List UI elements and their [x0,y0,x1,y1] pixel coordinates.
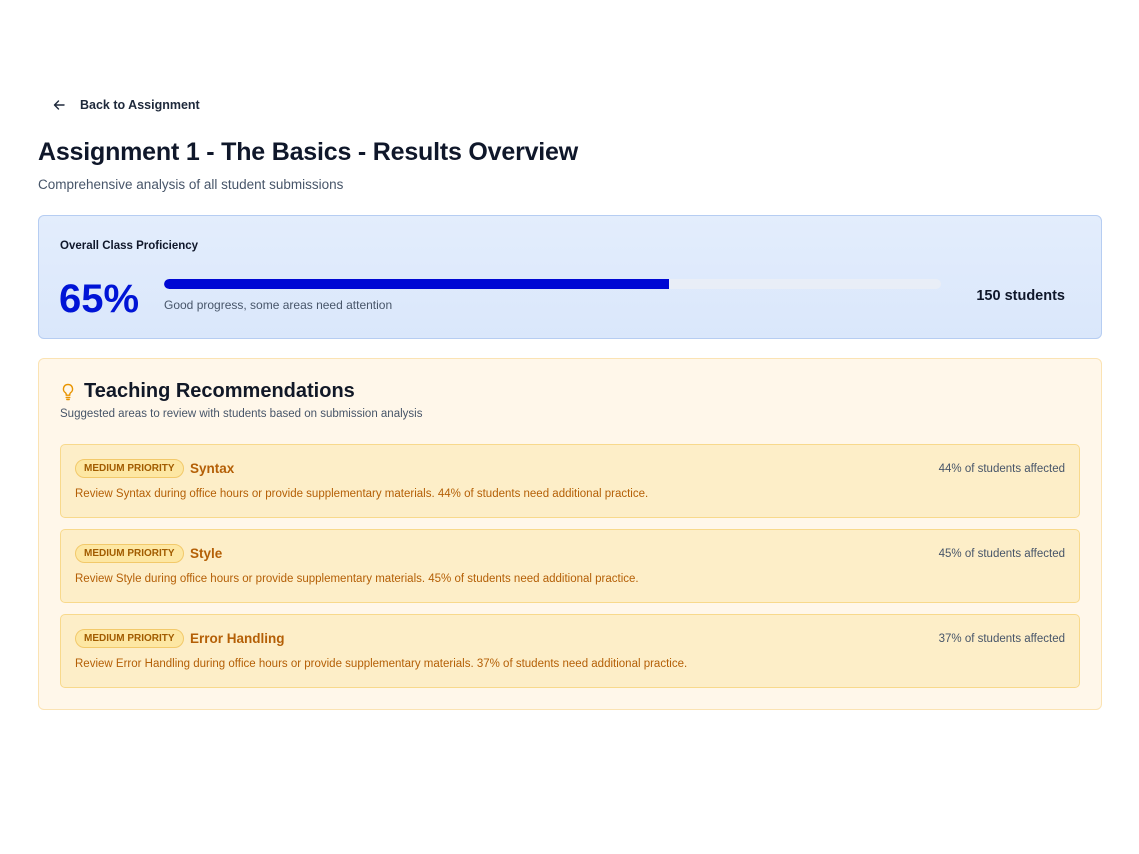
recommendation-item: MEDIUM PRIORITY Syntax 44% of students a… [60,444,1080,518]
recommendation-item: MEDIUM PRIORITY Error Handling 37% of st… [60,614,1080,688]
recommendations-title: Teaching Recommendations [84,380,355,402]
affected-percentage: 44% of students affected [938,463,1065,475]
student-count: 150 students [976,288,1065,304]
back-to-assignment-link[interactable]: Back to Assignment [52,95,200,115]
recommendation-topic: Style [190,546,223,561]
recommendation-topic: Error Handling [190,631,285,646]
recommendation-description: Review Syntax during office hours or pro… [75,488,649,500]
page-title: Assignment 1 - The Basics - Results Over… [38,138,579,166]
recommendation-description: Review Error Handling during office hour… [75,658,688,670]
recommendations-header: Teaching Recommendations [61,380,355,403]
recommendation-topic: Syntax [190,461,235,476]
arrow-left-icon [52,98,66,112]
proficiency-label: Overall Class Proficiency [60,240,199,252]
recommendation-description: Review Style during office hours or prov… [75,573,639,585]
affected-percentage: 45% of students affected [938,548,1065,560]
proficiency-caption: Good progress, some areas need attention [164,298,393,312]
priority-badge: MEDIUM PRIORITY [75,459,184,478]
class-proficiency-card: Overall Class Proficiency 65% Good progr… [38,215,1102,339]
back-link-label: Back to Assignment [80,98,200,112]
lightbulb-icon [61,383,75,401]
recommendation-item: MEDIUM PRIORITY Style 45% of students af… [60,529,1080,603]
recommendations-subtitle: Suggested areas to review with students … [60,408,423,420]
proficiency-progress-bar [164,279,941,289]
results-overview-page: Back to Assignment Assignment 1 - The Ba… [0,0,1139,854]
proficiency-percent: 65% [59,277,140,321]
priority-badge: MEDIUM PRIORITY [75,544,184,563]
teaching-recommendations-card: Teaching Recommendations Suggested areas… [38,358,1102,710]
page-subtitle: Comprehensive analysis of all student su… [38,177,344,192]
proficiency-progress-fill [164,279,670,289]
affected-percentage: 37% of students affected [938,633,1065,645]
priority-badge: MEDIUM PRIORITY [75,629,184,648]
